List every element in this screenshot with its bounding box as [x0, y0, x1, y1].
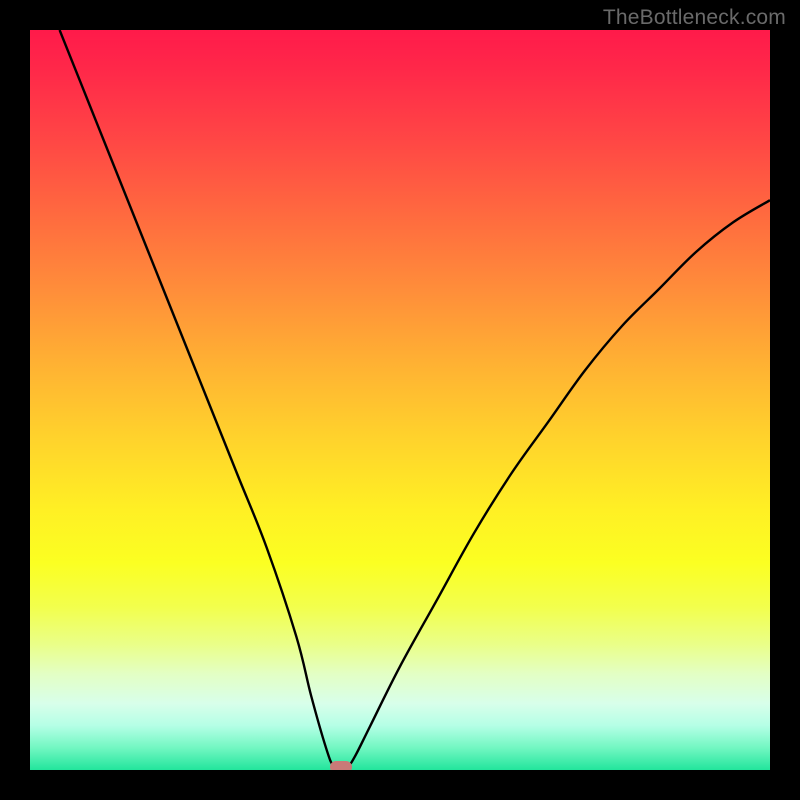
- bottleneck-curve: [30, 30, 770, 770]
- watermark-text: TheBottleneck.com: [603, 6, 786, 30]
- curve-path: [60, 30, 770, 770]
- chart-plot-area: [30, 30, 770, 770]
- optimal-point-marker: [330, 761, 352, 770]
